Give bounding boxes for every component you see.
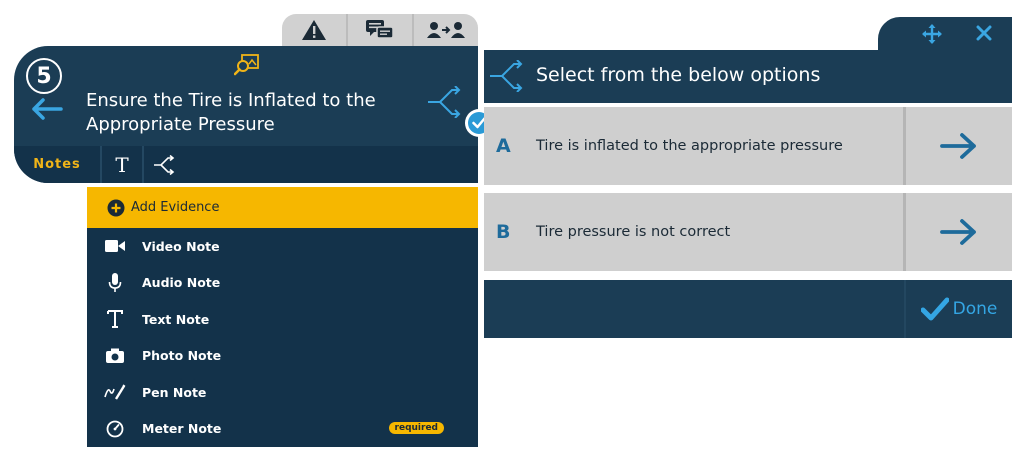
menu-item-label: Photo Note <box>142 348 222 364</box>
option-a[interactable]: A Tire is inflated to the appropriate pr… <box>484 107 1012 185</box>
meter-note-item[interactable]: Meter Note required <box>87 411 478 448</box>
done-button[interactable]: Done <box>904 280 1012 338</box>
handoff-icon <box>427 22 465 38</box>
menu-item-label: Meter Note <box>142 421 222 437</box>
tab-handoff[interactable] <box>414 14 478 46</box>
required-badge: required <box>388 421 444 434</box>
step-card: 5 Ensure the Tire is Inflated to the App… <box>14 46 478 183</box>
tab-warnings[interactable] <box>282 14 348 46</box>
meter-icon <box>104 418 126 440</box>
text-format-button[interactable]: T <box>100 146 142 183</box>
camera-icon <box>104 345 126 367</box>
microphone-icon <box>104 272 126 294</box>
video-note-item[interactable]: Video Note <box>87 228 478 265</box>
menu-item-label: Video Note <box>142 238 220 254</box>
photo-note-item[interactable]: Photo Note <box>87 338 478 375</box>
video-camera-icon <box>104 235 126 257</box>
close-icon[interactable] <box>976 25 992 41</box>
option-b[interactable]: B Tire pressure is not correct <box>484 193 1012 271</box>
panel-controls <box>878 17 1012 50</box>
step-number: 5 <box>26 58 62 94</box>
option-text: Tire is inflated to the appropriate pres… <box>536 138 843 154</box>
branch-icon[interactable] <box>426 86 462 118</box>
text-icon <box>104 308 126 330</box>
decision-prompt: Select from the below options <box>536 64 821 86</box>
option-b-arrow-button[interactable] <box>903 193 1012 271</box>
step-title: Ensure the Tire is Inflated to the Appro… <box>86 90 376 135</box>
menu-item-label: Text Note <box>142 311 210 327</box>
branch-small-icon <box>154 154 175 175</box>
evidence-menu: Add Evidence Video Note Audio Note Text … <box>87 187 478 447</box>
decision-header: Select from the below options <box>484 50 1012 103</box>
move-icon[interactable] <box>922 24 942 44</box>
arrow-right-icon <box>940 219 976 245</box>
option-letter: A <box>496 135 511 157</box>
step-tabs <box>282 14 478 46</box>
audio-note-item[interactable]: Audio Note <box>87 265 478 302</box>
pen-icon <box>104 381 126 403</box>
option-a-arrow-button[interactable] <box>903 107 1012 185</box>
inspect-image-icon[interactable] <box>234 54 260 76</box>
back-arrow-icon[interactable] <box>31 98 63 120</box>
step-toolbar: Notes T <box>14 146 478 183</box>
checkmark-icon <box>920 297 949 321</box>
done-bar: Done <box>484 280 1012 338</box>
add-evidence-button[interactable]: Add Evidence <box>87 187 478 228</box>
option-letter: B <box>496 221 511 243</box>
plus-circle-icon <box>107 199 125 216</box>
pen-note-item[interactable]: Pen Note <box>87 374 478 411</box>
menu-item-label: Pen Note <box>142 384 207 400</box>
branch-icon <box>490 60 523 92</box>
option-text: Tire pressure is not correct <box>536 224 731 240</box>
comments-icon <box>366 20 394 39</box>
done-label: Done <box>952 299 998 319</box>
branch-toggle-button[interactable] <box>142 146 184 183</box>
notes-tab[interactable]: Notes <box>14 146 100 183</box>
arrow-right-icon <box>940 133 976 159</box>
tab-comments[interactable] <box>348 14 414 46</box>
warning-icon <box>302 20 326 40</box>
menu-item-label: Audio Note <box>142 275 221 291</box>
add-evidence-label: Add Evidence <box>131 200 220 215</box>
text-note-item[interactable]: Text Note <box>87 301 478 338</box>
